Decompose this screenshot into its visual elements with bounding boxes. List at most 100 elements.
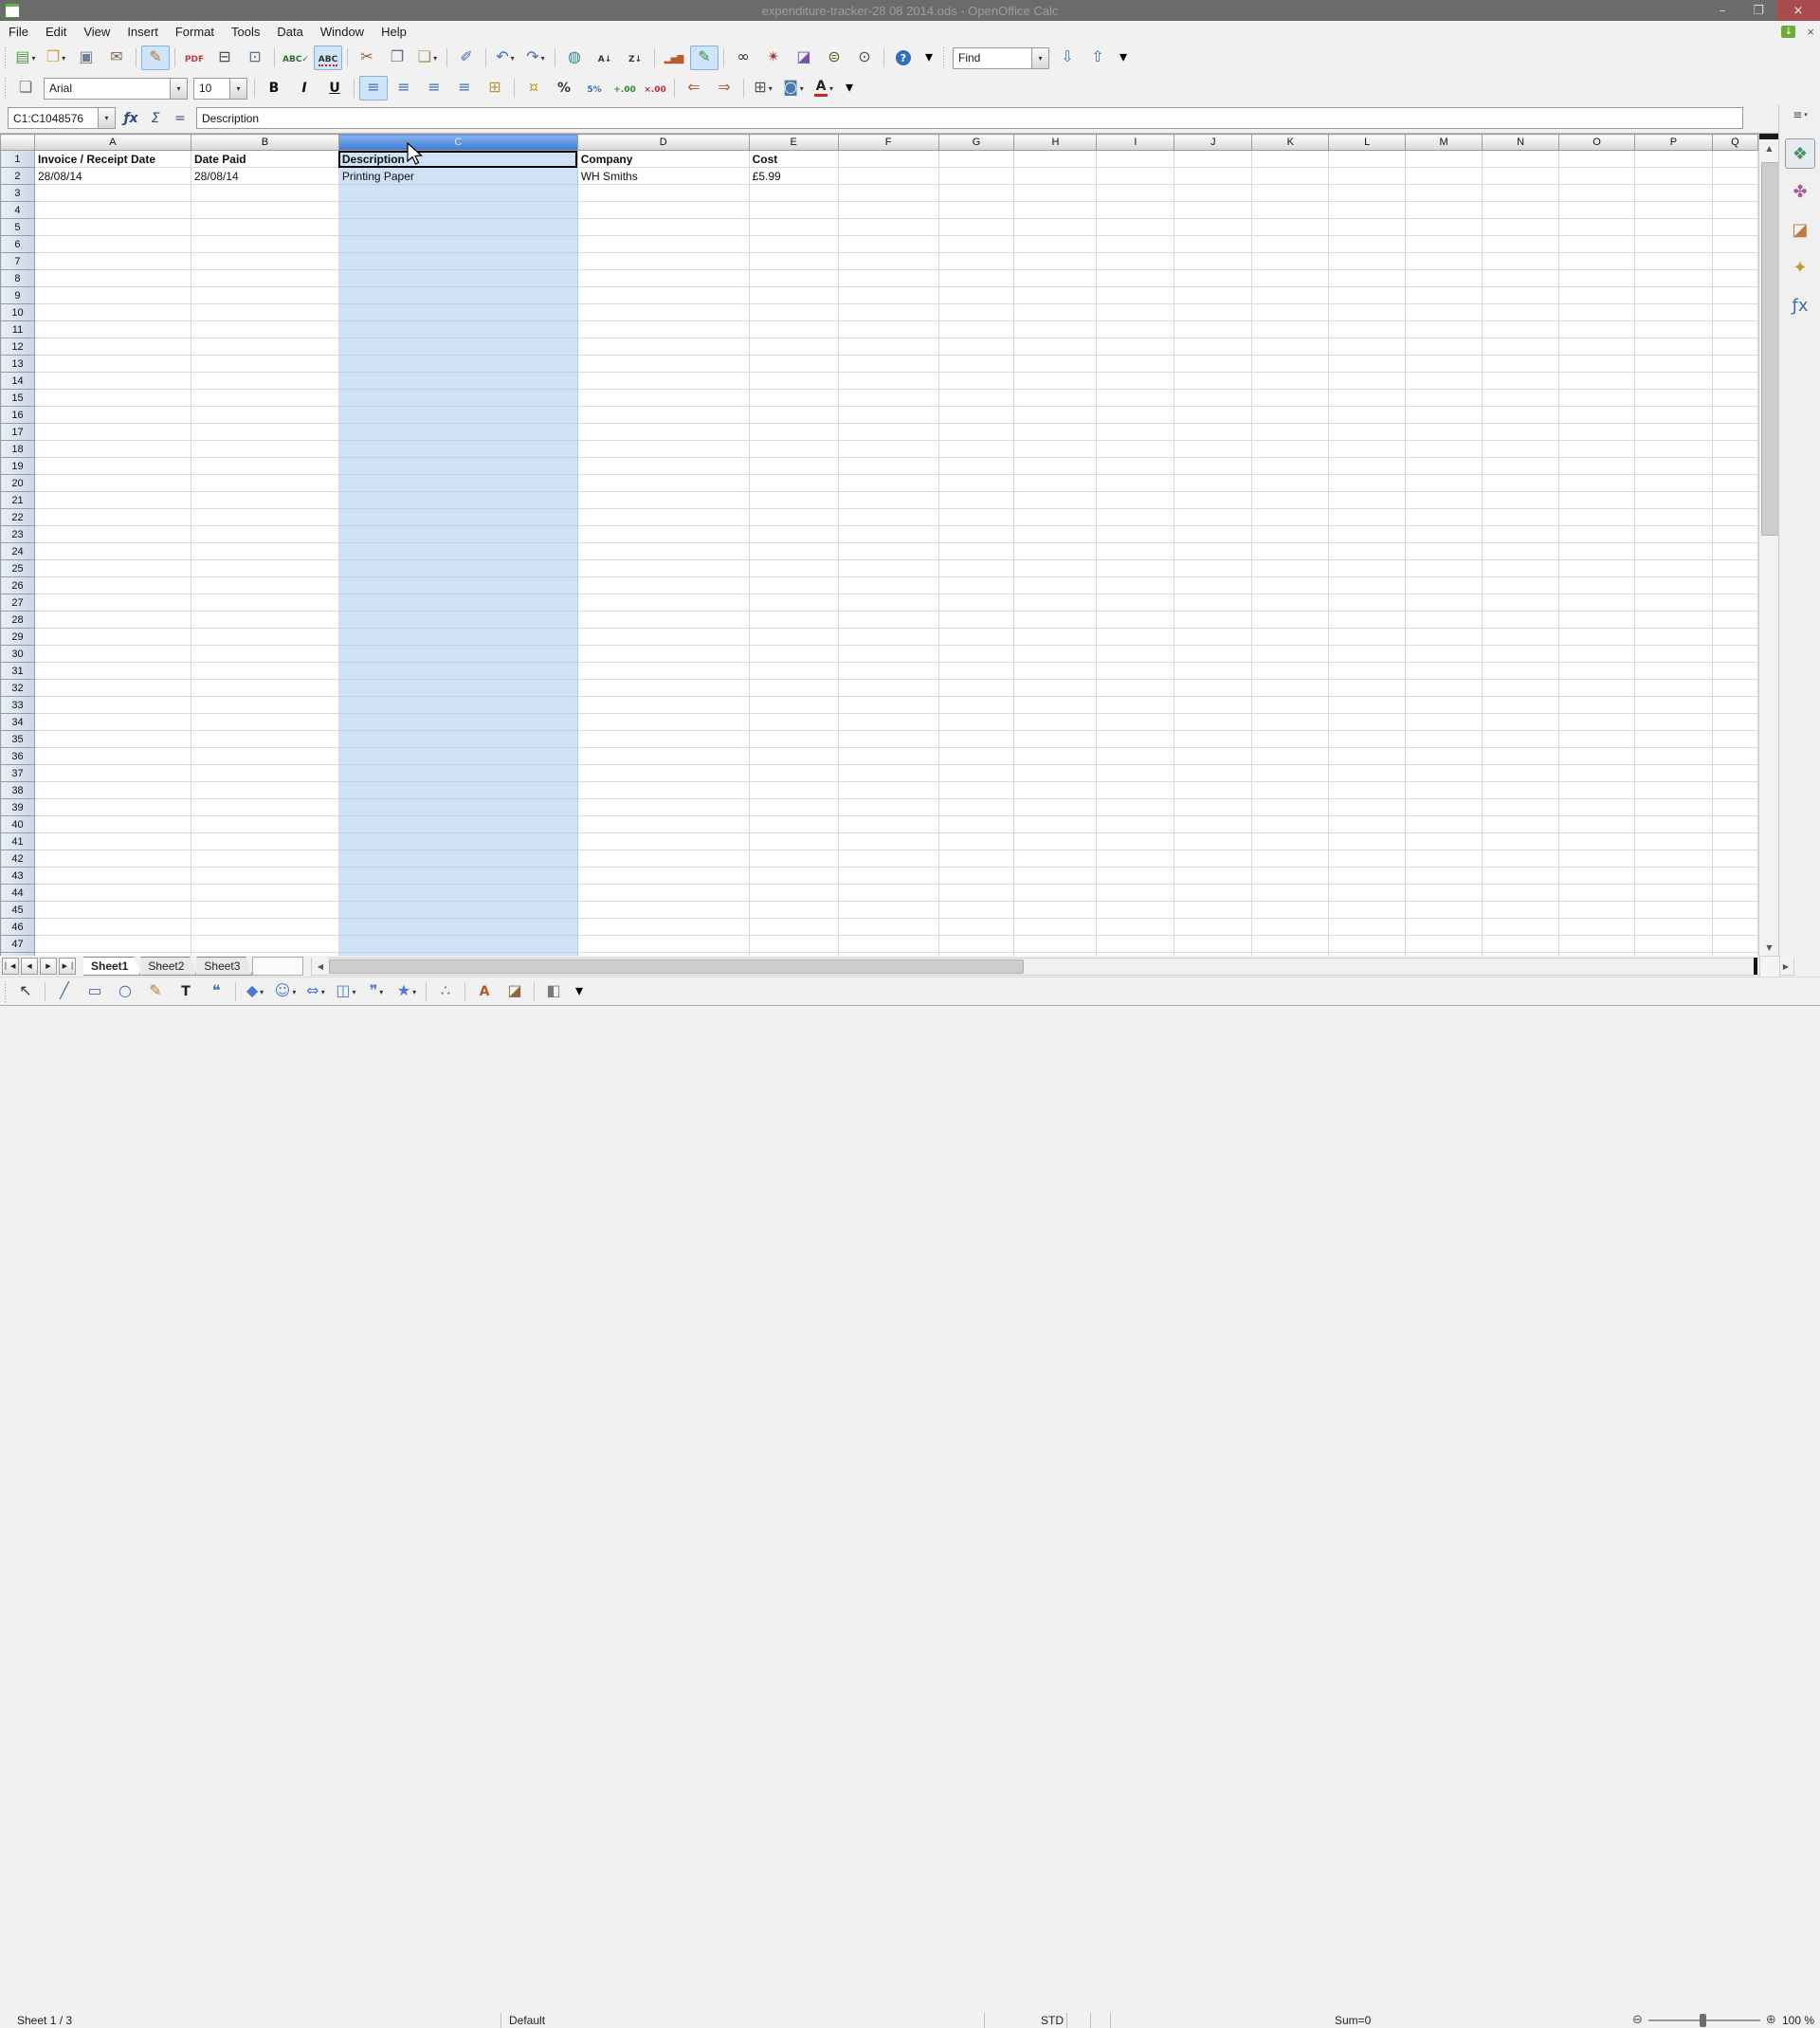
cell-N9[interactable] [1482,286,1560,304]
cell-K27[interactable] [1251,594,1330,612]
function-wizard-icon[interactable]: ƒx [118,108,143,129]
column-header-E[interactable]: E [748,134,839,151]
cell-Q36[interactable] [1711,747,1758,765]
cell-M7[interactable] [1405,252,1483,270]
cell-O47[interactable] [1558,935,1635,953]
row-header-33[interactable]: 33 [0,696,35,714]
cell-P31[interactable] [1633,662,1713,680]
row-header-15[interactable]: 15 [0,389,35,407]
cell-F8[interactable] [837,269,939,287]
standard-toolbar-options-button[interactable]: ▾ [919,48,938,67]
cell-P34[interactable] [1633,713,1713,731]
cell-F15[interactable] [837,389,939,407]
cell-J14[interactable] [1174,372,1253,390]
cell-H35[interactable] [1013,730,1098,748]
cell-M31[interactable] [1405,662,1483,680]
font-size-combobox[interactable]: 10 ▾ [193,77,247,100]
cell-J41[interactable] [1174,832,1253,850]
cell-F38[interactable] [837,781,939,799]
cell-A29[interactable] [33,628,191,646]
cell-N10[interactable] [1482,303,1560,321]
cell-P27[interactable] [1633,594,1713,612]
redo-button[interactable]: ↷ ▾ [521,46,550,70]
cell-I11[interactable] [1096,320,1175,338]
cell-K46[interactable] [1251,918,1330,936]
cell-D15[interactable] [576,389,750,407]
cell-D29[interactable] [576,628,750,646]
cell-M42[interactable] [1405,850,1483,868]
font-size-dropdown-icon[interactable]: ▾ [229,78,246,99]
cell-J40[interactable] [1174,815,1253,833]
cell-K36[interactable] [1251,747,1330,765]
cell-P25[interactable] [1633,559,1713,577]
cell-G28[interactable] [937,611,1015,629]
cell-L46[interactable] [1328,918,1407,936]
cell-L15[interactable] [1328,389,1407,407]
cell-F47[interactable] [837,935,939,953]
cell-M30[interactable] [1405,645,1483,663]
cell-G10[interactable] [937,303,1015,321]
cell-N25[interactable] [1482,559,1560,577]
row-header-17[interactable]: 17 [0,423,35,441]
cell-O9[interactable] [1558,286,1635,304]
cell-P41[interactable] [1633,832,1713,850]
sidebar-settings-icon[interactable]: ≡ ▾ [1793,108,1808,121]
cell-J47[interactable] [1174,935,1253,953]
cut-button[interactable]: ✂ [353,46,381,70]
cell-H40[interactable] [1013,815,1098,833]
sheet-tab-sheet1[interactable]: Sheet1 [83,957,140,976]
cell-B10[interactable] [190,303,339,321]
cell-O28[interactable] [1558,611,1635,629]
cell-D45[interactable] [576,901,750,919]
cell-O24[interactable] [1558,542,1635,560]
cell-B6[interactable] [190,235,339,253]
cell-O14[interactable] [1558,372,1635,390]
number-format-standard-button[interactable]: 5% [580,76,609,100]
formatting-toolbar-options-button[interactable]: ▾ [840,79,859,98]
background-color-button[interactable]: ◙ ▾ [779,76,808,100]
cell-K15[interactable] [1251,389,1330,407]
cell-C43[interactable] [337,867,578,885]
cell-H9[interactable] [1013,286,1098,304]
cell-O17[interactable] [1558,423,1635,441]
cell-J27[interactable] [1174,594,1253,612]
cell-B17[interactable] [190,423,339,441]
cell-M44[interactable] [1405,884,1483,902]
cell-L25[interactable] [1328,559,1407,577]
cell-D12[interactable] [576,338,750,356]
cell-E1[interactable]: Cost [748,150,839,168]
cell-M9[interactable] [1405,286,1483,304]
cell-P18[interactable] [1633,440,1713,458]
cell-E27[interactable] [748,594,839,612]
cell-F33[interactable] [837,696,939,714]
cell-K44[interactable] [1251,884,1330,902]
cell-F16[interactable] [837,406,939,424]
cell-K26[interactable] [1251,576,1330,594]
cell-Q32[interactable] [1711,679,1758,697]
cell-C25[interactable] [337,559,578,577]
cell-B33[interactable] [190,696,339,714]
menu-view[interactable]: View [75,22,118,42]
cell-J2[interactable] [1174,167,1253,185]
cell-P30[interactable] [1633,645,1713,663]
cell-E18[interactable] [748,440,839,458]
symbol-shapes-dropdown-icon[interactable]: ▾ [292,988,296,996]
cell-J22[interactable] [1174,508,1253,526]
cell-K37[interactable] [1251,764,1330,782]
cell-E14[interactable] [748,372,839,390]
sheet-tab-sheet3[interactable]: Sheet3 [196,957,252,976]
cell-M43[interactable] [1405,867,1483,885]
cell-M14[interactable] [1405,372,1483,390]
cell-N24[interactable] [1482,542,1560,560]
row-header-23[interactable]: 23 [0,525,35,543]
cell-M37[interactable] [1405,764,1483,782]
cell-L5[interactable] [1328,218,1407,236]
row-header-2[interactable]: 2 [0,167,35,185]
cell-B39[interactable] [190,798,339,816]
cell-G40[interactable] [937,815,1015,833]
cell-D33[interactable] [576,696,750,714]
cell-P15[interactable] [1633,389,1713,407]
cell-I12[interactable] [1096,338,1175,356]
cell-F18[interactable] [837,440,939,458]
cell-G39[interactable] [937,798,1015,816]
